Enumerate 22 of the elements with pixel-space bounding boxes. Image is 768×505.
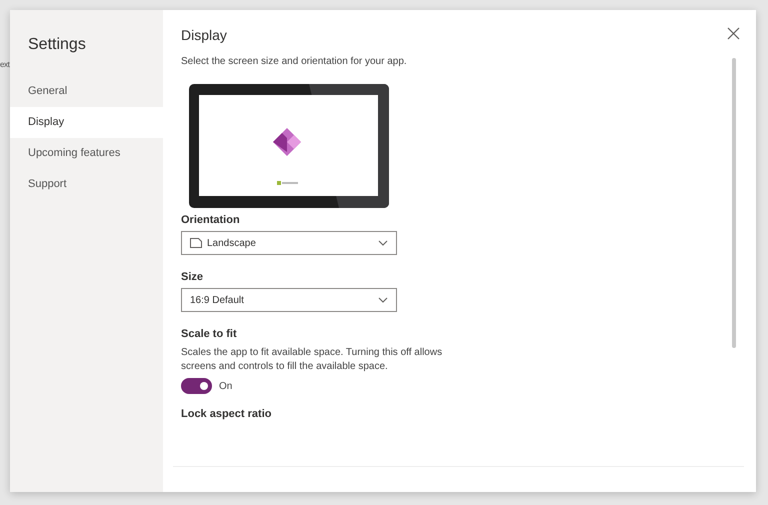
toggle-state: On xyxy=(219,380,232,392)
page-icon xyxy=(190,238,202,248)
field-label: Orientation xyxy=(181,214,240,226)
field-label: Lock aspect ratio xyxy=(181,408,272,420)
size-dropdown[interactable]: 16:9 Default xyxy=(181,288,397,312)
chevron-down-icon xyxy=(378,297,388,303)
chevron-down-icon xyxy=(378,240,388,246)
setting-description: Scales the app to fit available space. Turning this off allows screens and controls to fill the available space. xyxy=(181,346,444,374)
sidebar-item[interactable]: Upcoming features xyxy=(10,138,163,169)
section-description: Select the screen size and orientation for your app. xyxy=(181,56,407,67)
orientation-dropdown[interactable]: Landscape xyxy=(181,231,397,255)
section-title: Display xyxy=(181,27,227,43)
toggle-switch[interactable] xyxy=(181,378,212,394)
close-icon[interactable] xyxy=(727,27,740,40)
sidebar-item[interactable]: Support xyxy=(10,169,163,200)
sidebar-item[interactable]: General xyxy=(10,76,163,107)
background-text: ext xyxy=(0,60,10,69)
field-label: Size xyxy=(181,271,204,283)
scrollbar[interactable] xyxy=(732,58,736,348)
field-label: Scale to fit xyxy=(181,328,237,340)
sidebar-title: Settings xyxy=(28,36,86,54)
sidebar-item[interactable]: Display xyxy=(10,107,163,138)
